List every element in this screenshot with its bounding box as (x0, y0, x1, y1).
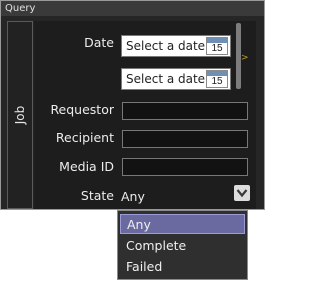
job-tab-label: Job (13, 105, 27, 125)
media-id-input[interactable] (122, 158, 248, 176)
state-dropdown-button[interactable] (234, 185, 250, 201)
query-panel: Query Job Date Select a date 15 Select a… (0, 0, 265, 210)
date-to-text[interactable]: Select a date (126, 72, 205, 86)
calendar-icon[interactable]: 15 (206, 70, 228, 88)
panel-title: Query (1, 1, 264, 16)
state-label: State (80, 188, 114, 203)
calendar-day: 15 (211, 76, 223, 87)
recipient-input[interactable] (122, 130, 248, 148)
state-dropdown-list: Any Complete Failed (117, 210, 248, 280)
job-tab[interactable]: Job (7, 21, 33, 209)
requestor-label: Requestor (50, 102, 114, 117)
date-from-picker[interactable]: Select a date 15 (121, 35, 231, 57)
date-to-picker[interactable]: Select a date 15 (121, 68, 231, 90)
state-option-complete[interactable]: Complete (120, 236, 245, 256)
state-select-value[interactable]: Any (121, 189, 145, 204)
date-label: Date (84, 35, 114, 50)
calendar-icon[interactable]: 15 (206, 37, 228, 55)
recipient-label: Recipient (55, 130, 114, 145)
calendar-day: 15 (211, 43, 223, 54)
state-option-any[interactable]: Any (120, 214, 245, 234)
state-option-failed[interactable]: Failed (120, 257, 245, 277)
media-id-label: Media ID (59, 159, 114, 174)
chevron-down-icon (236, 189, 248, 198)
requestor-input[interactable] (122, 102, 248, 120)
query-form: Date Select a date 15 Select a date 15 R… (34, 21, 256, 209)
date-from-text[interactable]: Select a date (126, 39, 205, 53)
chevron-right-icon[interactable]: > (241, 53, 249, 63)
